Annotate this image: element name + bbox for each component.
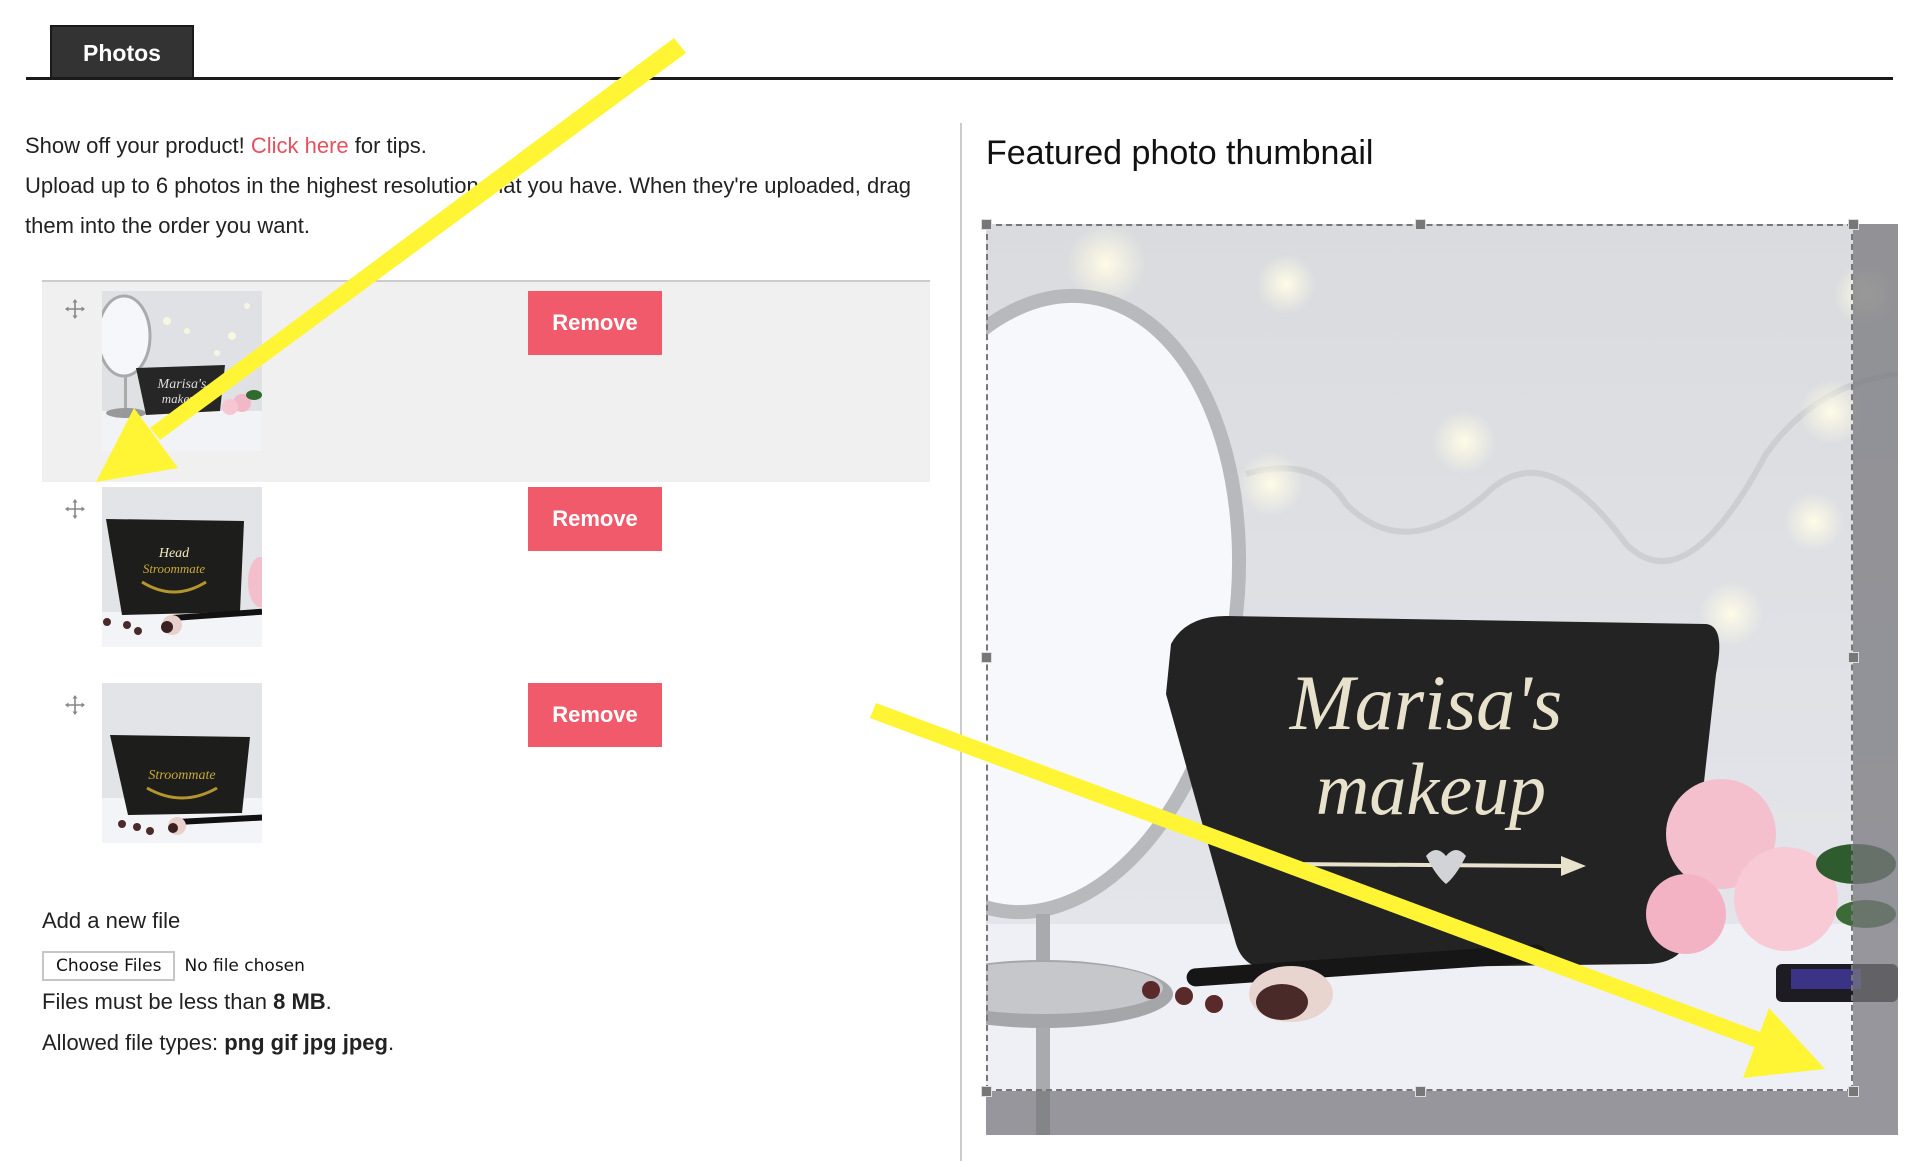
crop-handle-bottom[interactable] xyxy=(1415,1086,1426,1097)
remove-button[interactable]: Remove xyxy=(528,291,662,355)
intro-text: Show off your product! Click here for ti… xyxy=(25,126,945,246)
crop-handle-top[interactable] xyxy=(1415,219,1426,230)
move-icon[interactable] xyxy=(64,298,86,320)
svg-text:makeup: makeup xyxy=(162,391,203,406)
file-size-suffix: . xyxy=(325,989,332,1014)
svg-text:Stroommate: Stroommate xyxy=(143,561,206,576)
photo-thumbnail: Marisa's makeup xyxy=(102,291,262,451)
photo-row[interactable]: Marisa's makeup Remove xyxy=(42,282,930,482)
file-types-prefix: Allowed file types: xyxy=(42,1030,225,1055)
crop-selection[interactable] xyxy=(986,224,1853,1091)
intro-line1-suffix: for tips. xyxy=(348,133,427,158)
svg-text:Head: Head xyxy=(158,546,190,561)
file-size-note: Files must be less than 8 MB. xyxy=(42,989,332,1015)
move-icon[interactable] xyxy=(64,694,86,716)
tips-link[interactable]: Click here xyxy=(251,133,349,158)
crop-handle-right[interactable] xyxy=(1848,652,1859,663)
file-types-note: Allowed file types: png gif jpg jpeg. xyxy=(42,1030,394,1056)
intro-line1-prefix: Show off your product! xyxy=(25,133,251,158)
tab-underline xyxy=(26,77,1893,80)
crop-handle-bottom-right[interactable] xyxy=(1848,1086,1859,1097)
crop-handle-top-left[interactable] xyxy=(981,219,992,230)
choose-files-button[interactable]: Choose Files xyxy=(42,951,176,981)
svg-text:Marisa's: Marisa's xyxy=(157,377,207,392)
move-icon[interactable] xyxy=(64,498,86,520)
featured-photo-title: Featured photo thumbnail xyxy=(986,134,1374,172)
crop-shade-right xyxy=(1853,224,1898,1135)
no-file-chosen-text: No file chosen xyxy=(184,956,305,976)
crop-shade-bottom xyxy=(986,1091,1853,1135)
remove-button[interactable]: Remove xyxy=(528,487,662,551)
photo-row[interactable]: Stroommate Remove xyxy=(42,678,930,878)
file-types-suffix: . xyxy=(387,1030,395,1055)
photo-row[interactable]: Head Stroommate Remove xyxy=(42,482,930,682)
remove-button[interactable]: Remove xyxy=(528,683,662,747)
file-input[interactable]: Choose Files No file chosen xyxy=(42,951,305,981)
photo-thumbnail: Head Stroommate xyxy=(102,487,262,647)
file-size-prefix: Files must be less than xyxy=(42,989,274,1014)
intro-line2: Upload up to 6 photos in the highest res… xyxy=(25,173,912,238)
tab-photos[interactable]: Photos xyxy=(50,25,194,78)
crop-handle-left[interactable] xyxy=(981,652,992,663)
file-types-value: png gif jpg jpeg xyxy=(224,1030,388,1055)
crop-handle-bottom-left[interactable] xyxy=(981,1086,992,1097)
panel-divider xyxy=(960,123,962,1161)
svg-text:Stroommate: Stroommate xyxy=(148,768,215,783)
add-file-title: Add a new file xyxy=(42,908,181,933)
file-size-value: 8 MB xyxy=(273,989,326,1014)
photo-thumbnail: Stroommate xyxy=(102,683,262,843)
crop-handle-top-right[interactable] xyxy=(1848,219,1859,230)
